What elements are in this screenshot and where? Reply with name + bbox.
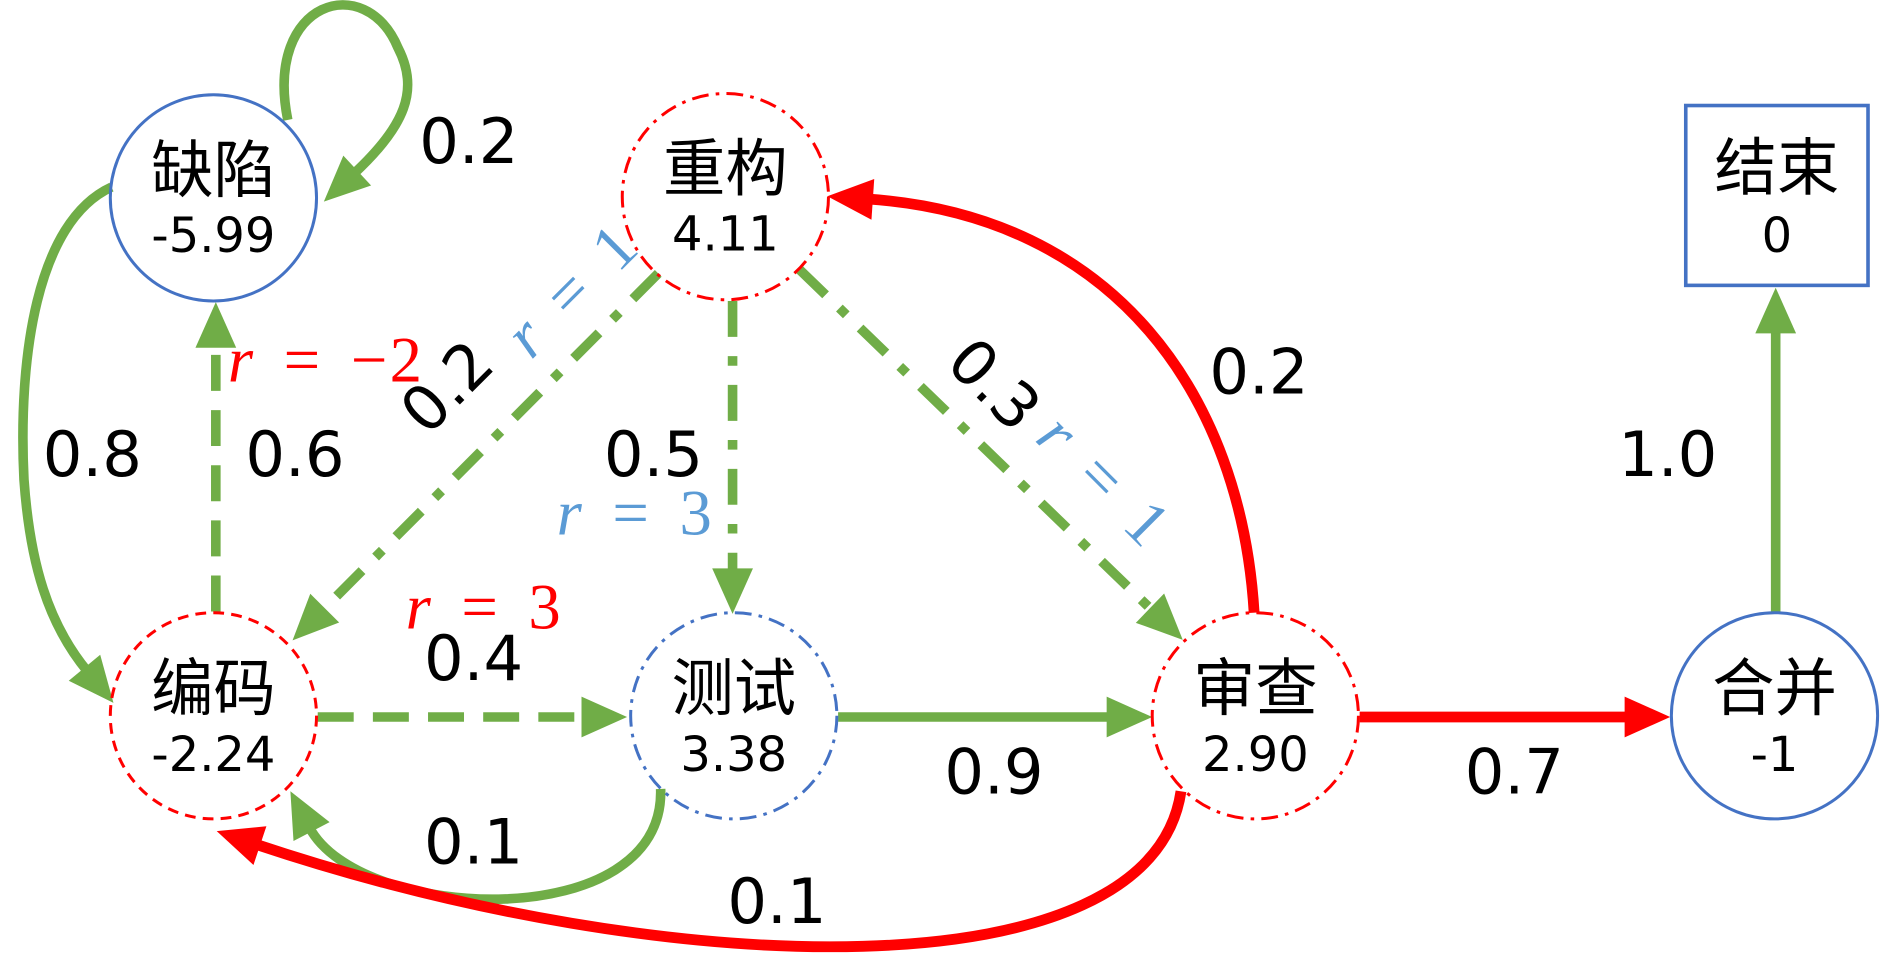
- node-testing-name: 测试: [671, 652, 796, 725]
- node-refactor-name: 重构: [663, 133, 788, 206]
- edge-defect-to-coding-prob: 0.8: [43, 418, 142, 491]
- edge-refactor-to-review: 0.3 r = 1: [796, 266, 1186, 640]
- reward-variable: r: [557, 478, 585, 550]
- node-coding: 编码 -2.24: [108, 611, 319, 821]
- reward-expression: = 3: [433, 571, 563, 643]
- edge-defect-to-coding: 0.8: [18, 182, 142, 703]
- node-merge-value: -1: [1751, 727, 1799, 783]
- reward-expression: = 3: [584, 478, 714, 550]
- edge-merge-to-end-prob: 1.0: [1618, 418, 1717, 491]
- node-merge-name: 合并: [1712, 652, 1837, 725]
- edge-coding-to-testing: 0.4 r = 3: [317, 571, 628, 738]
- edge-refactor-to-testing-reward: r = 3: [557, 478, 715, 550]
- node-defect: 缺陷 -5.99: [108, 93, 319, 303]
- edge-refactor-to-coding: 0.2 r = 1: [292, 209, 662, 641]
- node-testing: 测试 3.38: [629, 611, 839, 821]
- node-coding-name: 编码: [151, 652, 276, 725]
- node-refactor-value: 4.11: [672, 207, 779, 263]
- node-review: 审查 2.90: [1150, 611, 1360, 821]
- node-defect-name: 缺陷: [151, 134, 276, 207]
- node-end: 结束 0: [1683, 103, 1870, 288]
- reward-variable: r: [228, 324, 256, 396]
- node-testing-value: 3.38: [680, 727, 787, 783]
- edge-defect-to-defect: 0.2: [279, 0, 518, 202]
- edge-refactor-to-review-prob: 0.3: [933, 324, 1055, 446]
- edge-testing-to-coding: 0.1: [290, 788, 666, 904]
- edge-coding-to-defect-reward: r = −2: [228, 324, 425, 396]
- node-review-name: 审查: [1193, 652, 1318, 725]
- node-defect-value: -5.99: [151, 208, 275, 264]
- edge-review-to-refactor-line: [827, 179, 1260, 614]
- edge-testing-to-coding-prob: 0.1: [424, 805, 523, 878]
- node-review-value: 2.90: [1202, 727, 1309, 783]
- edge-coding-to-testing-reward: r = 3: [406, 571, 564, 643]
- edge-testing-to-review: 0.9: [838, 696, 1153, 809]
- edge-review-to-coding-prob: 0.1: [727, 865, 826, 938]
- node-merge: 合并 -1: [1669, 611, 1880, 821]
- edge-coding-to-defect: 0.6 r = −2: [195, 302, 425, 612]
- edge-review-to-refactor-prob: 0.2: [1209, 335, 1308, 408]
- node-end-value: 0: [1762, 208, 1793, 264]
- reward-variable: r: [406, 571, 434, 643]
- edge-defect-to-defect-prob: 0.2: [419, 105, 518, 178]
- edge-review-to-coding-line: [216, 790, 1187, 953]
- edge-review-to-merge-prob: 0.7: [1465, 736, 1564, 809]
- edge-refactor-to-review-reward: r = 1: [1023, 400, 1185, 562]
- edge-coding-to-defect-prob: 0.6: [245, 418, 344, 491]
- edge-review-to-merge: 0.7: [1359, 696, 1671, 809]
- edge-testing-to-review-prob: 0.9: [944, 736, 1043, 809]
- edge-review-to-coding: 0.1: [216, 790, 1187, 953]
- edge-merge-to-end: 1.0: [1618, 287, 1797, 612]
- state-transition-diagram: 0.2 0.8 0.6 r = −2 0.2 r = 1 0.5 r = 3 0…: [18, 0, 1880, 953]
- node-refactor: 重构 4.11: [620, 92, 830, 302]
- edge-refactor-to-testing: 0.5 r = 3: [557, 300, 753, 614]
- node-coding-value: -2.24: [151, 727, 275, 783]
- node-end-name: 结束: [1715, 131, 1840, 204]
